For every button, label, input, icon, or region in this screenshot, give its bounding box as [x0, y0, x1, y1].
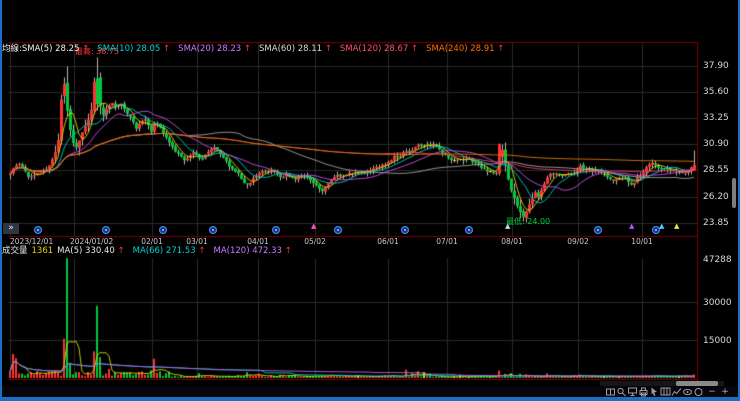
window-border-bottom	[0, 397, 740, 401]
circle-marker-icon[interactable]	[693, 387, 704, 397]
trend-icon[interactable]	[671, 387, 682, 397]
expander-button[interactable]: »	[3, 223, 19, 234]
app-window: 技術分析-毛寶 ─ □ × ⊕ 毛寶 29.05 ▲1.05(+3.75%) 單…	[0, 0, 740, 401]
ma-legend-item: SMA(10) 28.05 ↑	[97, 44, 171, 54]
zoom-area-icon[interactable]	[616, 387, 627, 397]
print-icon[interactable]	[638, 387, 649, 397]
ma-legend-item: SMA(120) 28.67 ↑	[339, 44, 419, 54]
volume-ma-legend-item: MA(66) 271.53 ↑	[132, 246, 206, 256]
window-border-left	[0, 0, 2, 401]
price-volume-chart[interactable]	[0, 0, 740, 401]
panel-icon[interactable]	[605, 387, 616, 397]
volume-label: 成交量	[2, 246, 28, 256]
cursor-icon[interactable]	[649, 387, 660, 397]
volume-ma-legend-item: MA(120) 472.33 ↑	[213, 246, 292, 256]
ma-legend-item: 均線:SMA(5) 28.25 ↑	[2, 44, 90, 54]
grid-chart-icon[interactable]	[660, 387, 671, 397]
ma-legend-item: SMA(240) 28.91 ↑	[426, 44, 505, 54]
zoom-in-button[interactable]: +	[720, 387, 730, 397]
vertical-scrollbar-thumb[interactable]	[732, 178, 736, 208]
eye-icon[interactable]	[682, 387, 693, 397]
volume-legend: 成交量 1361 MA(5) 330.40 ↑ MA(66) 271.53 ↑ MA(1…	[2, 244, 702, 256]
volume-ma-legend-item: MA(5) 330.40 ↑	[57, 246, 125, 256]
bottom-toolbar: − +	[2, 386, 738, 397]
ma-legend-item: SMA(60) 28.11 ↑	[259, 44, 332, 54]
ma-legend: 均線:SMA(5) 28.25 ↑ SMA(10) 28.05 ↑ SMA(20) …	[2, 42, 702, 54]
monitor-icon[interactable]	[627, 387, 638, 397]
zoom-out-button[interactable]: −	[707, 387, 717, 397]
volume-value: 1361	[31, 246, 54, 256]
ma-legend-item: SMA(20) 28.23 ↑	[178, 44, 252, 54]
